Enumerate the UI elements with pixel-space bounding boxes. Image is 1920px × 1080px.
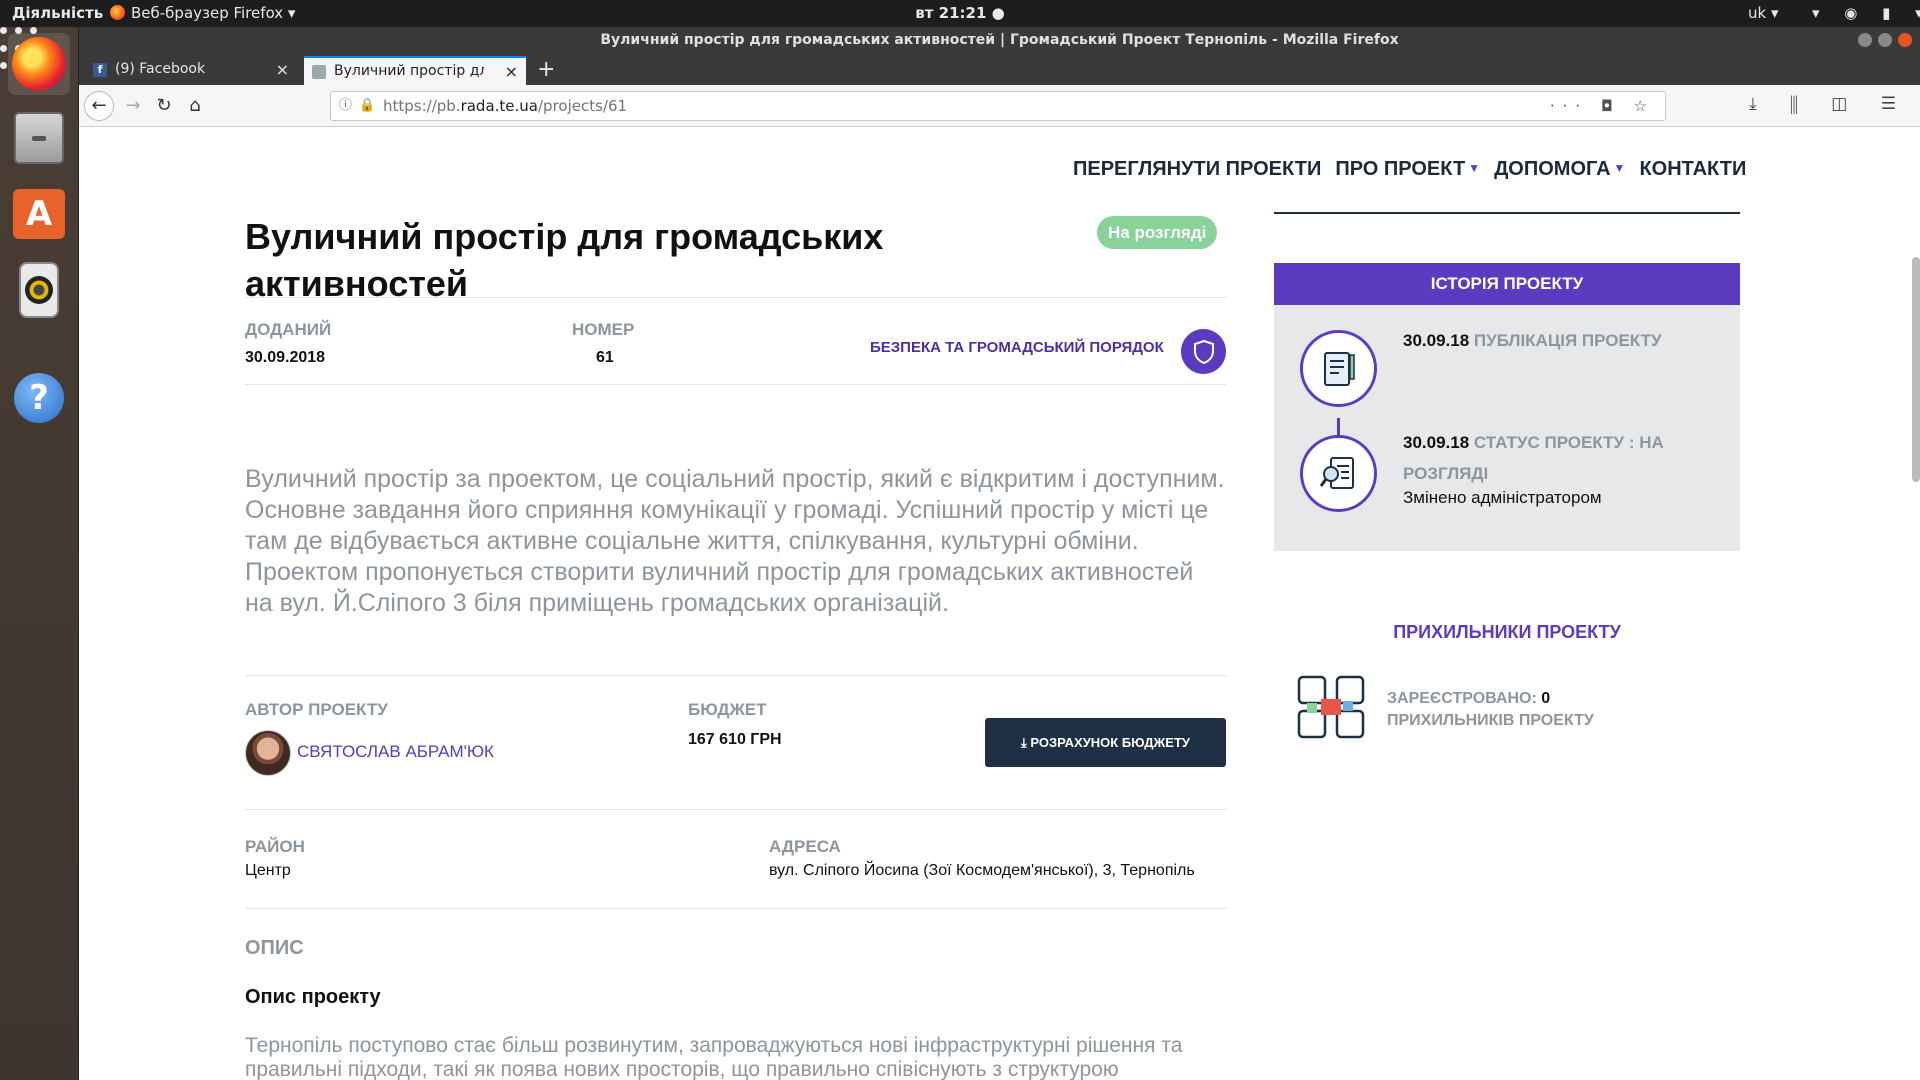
nav-help[interactable]: ДОПОМОГА ▼ (1494, 158, 1625, 181)
budget-calculation-button[interactable]: ⤓ РОЗРАХУНОК БЮДЖЕТУ (985, 718, 1226, 767)
system-status-icons[interactable]: ▾ ◉ ▮ ▾ (1812, 4, 1920, 22)
info-icon[interactable]: ⓘ (339, 92, 352, 120)
navigation-toolbar: ← → ↻ ⌂ ⓘ 🔒 https://pb.rada.te.ua/projec… (79, 85, 1920, 127)
section-heading: ОПИС (245, 937, 304, 959)
shield-icon[interactable] (1181, 329, 1226, 374)
divider (245, 675, 1226, 676)
reload-icon[interactable]: ↻ (150, 92, 178, 120)
tab-project[interactable]: Вуличний простір для г × (304, 56, 526, 85)
sub-heading: Опис проекту (245, 986, 381, 1008)
category-link[interactable]: БЕЗПЕКА ТА ГРОМАДСЬКИЙ ПОРЯДОК (870, 339, 1164, 356)
lock-icon: 🔒 (359, 98, 376, 113)
home-icon[interactable]: ⌂ (181, 92, 209, 120)
forward-icon[interactable]: → (119, 92, 147, 120)
close-window-icon[interactable] (1898, 33, 1912, 47)
window-titlebar: Вуличний простір для громадських активно… (79, 27, 1920, 54)
address-value: вул. Сліпого Йосипа (Зої Космодем'янсько… (769, 862, 1195, 879)
nav-about-project[interactable]: ПРО ПРОЕКТ ▼ (1335, 158, 1480, 181)
history-item: 30.09.18 СТАТУС ПРОЕКТУ : НА РОЗГЛЯДІ (1403, 433, 1664, 483)
dock: A ? (0, 27, 79, 1080)
language-indicator[interactable]: uk ▾ (1748, 4, 1779, 22)
dock-files[interactable] (8, 107, 70, 169)
supporters-title: ПРИХИЛЬНИКИ ПРОЕКТУ (1393, 622, 1621, 642)
software-bag-icon: A (13, 189, 65, 239)
firefox-icon (110, 5, 125, 20)
gnome-top-bar: Діяльність Веб-браузер Firefox ▾ вт 21:2… (0, 0, 1920, 27)
firefox-window: Вуличний простір для громадських активно… (79, 27, 1920, 1080)
address-label: АДРЕСА (769, 837, 841, 856)
site-favicon-icon (312, 65, 326, 79)
url-bar[interactable]: ⓘ 🔒 https://pb.rada.te.ua/projects/61 ··… (330, 91, 1666, 121)
district-value: Центр (245, 862, 291, 879)
new-tab-button[interactable]: + (537, 56, 555, 83)
tab-title: Вуличний простір для г (334, 63, 484, 79)
sidebar-divider (1274, 212, 1740, 214)
file-cabinet-icon (14, 112, 64, 164)
activities-button[interactable]: Діяльність (12, 4, 103, 22)
close-tab-icon[interactable]: × (505, 58, 518, 85)
site-navigation: ПЕРЕГЛЯНУТИ ПРОЕКТИ ПРО ПРОЕКТ ▼ ДОПОМОГА… (1073, 158, 1746, 181)
app-menu[interactable]: Веб-браузер Firefox ▾ (110, 4, 295, 22)
caret-down-icon: ▼ (1468, 161, 1481, 175)
speaker-icon (19, 262, 59, 318)
document-icon (1300, 330, 1377, 407)
divider (245, 809, 1226, 810)
dock-help[interactable]: ? (8, 367, 70, 429)
minimize-icon[interactable] (1858, 33, 1872, 47)
added-label: ДОДАНИЙ (245, 320, 332, 339)
project-description: Тернопіль поступово стає більш розвинути… (245, 1034, 1183, 1080)
budget-value: 167 610 ГРН (688, 731, 782, 748)
history-title: ІСТОРІЯ ПРОЕКТУ (1274, 263, 1740, 305)
back-icon[interactable]: ← (84, 91, 114, 121)
tab-strip: f (9) Facebook × Вуличний простір для г … (79, 54, 1920, 85)
history-panel: ІСТОРІЯ ПРОЕКТУ 30.09.18 ПУБЛІКАЦІЯ ПРОЕ… (1274, 263, 1740, 551)
author-link[interactable]: СВЯТОСЛАВ АБРАМ'ЮК (297, 742, 494, 762)
caret-down-icon: ▼ (1613, 161, 1626, 175)
toolbar-icons[interactable]: ⤓ ⫼ ◫ ☰ (1749, 94, 1910, 114)
dock-software-center[interactable]: A (8, 183, 70, 245)
number-value: 61 (596, 349, 614, 366)
nav-view-projects[interactable]: ПЕРЕГЛЯНУТИ ПРОЕКТИ (1073, 158, 1321, 181)
clock[interactable]: вт 21:21 ● (915, 4, 1004, 22)
firefox-icon (12, 37, 66, 91)
project-title: Вуличний простір для громадських активно… (245, 216, 884, 304)
tab-title: (9) Facebook (115, 61, 206, 77)
project-summary: Вуличний простір за проектом, це соціаль… (245, 465, 1225, 617)
search-document-icon (1300, 435, 1377, 512)
facebook-icon: f (93, 63, 107, 77)
budget-label: БЮДЖЕТ (688, 700, 767, 719)
avatar[interactable] (245, 730, 291, 776)
close-tab-icon[interactable]: × (276, 56, 289, 83)
page-content: ПЕРЕГЛЯНУТИ ПРОЕКТИ ПРО ПРОЕКТ ▼ ДОПОМОГА… (79, 127, 1920, 1080)
page-actions-icons[interactable]: ··· ◘ ☆ (1550, 92, 1655, 120)
status-badge: На розгляді (1097, 216, 1218, 249)
dock-rhythmbox[interactable] (8, 259, 70, 321)
url-text[interactable]: https://pb.rada.te.ua/projects/61 (383, 92, 627, 120)
tab-facebook[interactable]: f (9) Facebook × (85, 56, 297, 85)
hands-together-icon (1293, 669, 1369, 745)
author-label: АВТОР ПРОЕКТУ (245, 700, 388, 719)
window-controls (1858, 33, 1912, 47)
nav-contacts[interactable]: КОНТАКТИ (1639, 158, 1746, 181)
history-item: 30.09.18 ПУБЛІКАЦІЯ ПРОЕКТУ (1403, 331, 1662, 350)
help-icon: ? (14, 373, 64, 423)
history-note: Змінено адміністратором (1403, 488, 1602, 507)
dock-firefox[interactable] (8, 33, 70, 95)
divider (245, 297, 1226, 298)
number-label: НОМЕР (572, 320, 635, 339)
supporters-count: ЗАРЕЄСТРОВАНО: 0 ПРИХИЛЬНИКІВ ПРОЕКТУ (1387, 690, 1594, 729)
window-title: Вуличний простір для громадських активно… (600, 32, 1399, 48)
district-label: РАЙОН (245, 837, 305, 856)
app-menu-label: Веб-браузер Firefox ▾ (131, 4, 296, 22)
maximize-icon[interactable] (1878, 33, 1892, 47)
scrollbar[interactable] (1912, 257, 1920, 482)
divider (245, 384, 1226, 385)
divider (245, 908, 1226, 909)
added-value: 30.09.2018 (245, 349, 326, 366)
